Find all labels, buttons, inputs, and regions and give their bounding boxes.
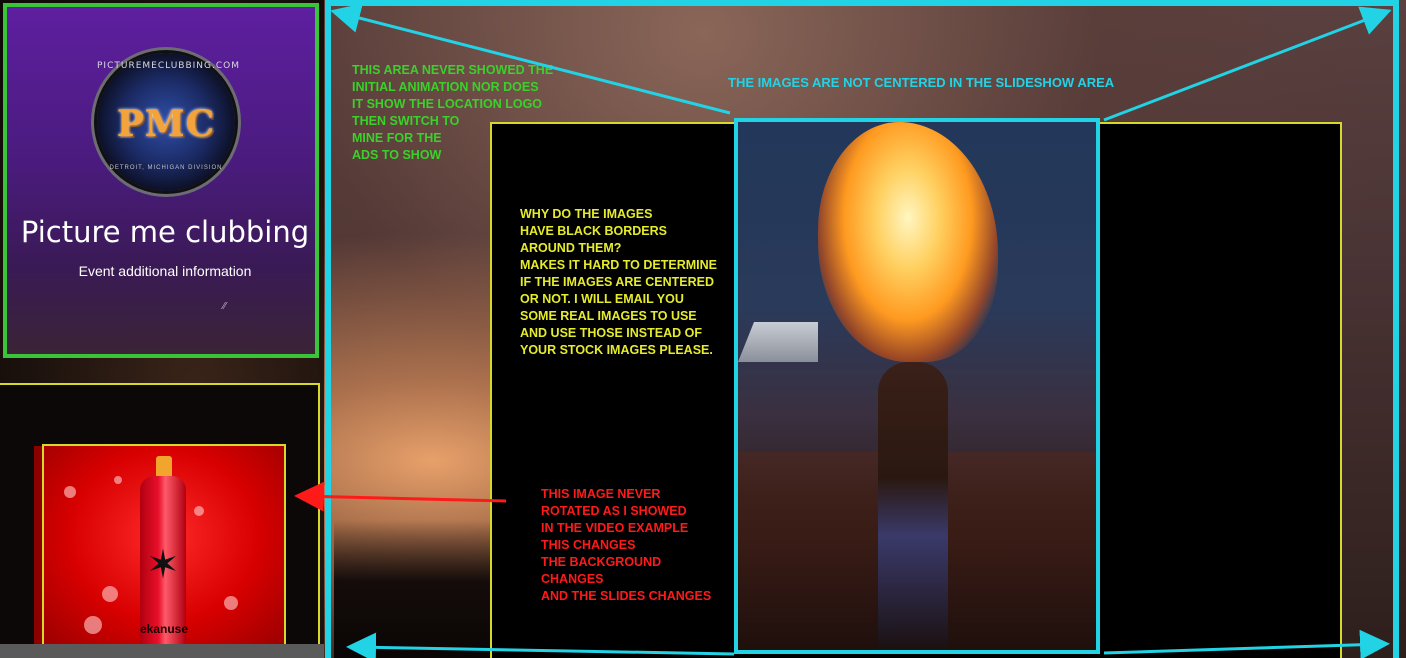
logo-ring-text: PICTUREMECLUBBING.COM bbox=[97, 61, 240, 71]
ad-image: ✶ ekanuse bbox=[42, 444, 286, 648]
bubble-icon bbox=[194, 506, 204, 516]
event-info: Event additional information bbox=[78, 263, 252, 279]
loading-indicator-icon: ⁄⁄ bbox=[223, 301, 227, 312]
pmc-logo: PICTUREMECLUBBING.COM PMC DETROIT, MICHI… bbox=[97, 53, 240, 191]
star-icon: ✶ bbox=[146, 543, 180, 587]
bubble-icon bbox=[224, 596, 238, 610]
logo-bottom-text: DETROIT, MICHIGAN DIVISION bbox=[109, 165, 223, 171]
annotation-red: THIS IMAGE NEVER ROTATED AS I SHOWED IN … bbox=[541, 487, 712, 603]
location-logo-card: PICTUREMECLUBBING.COM PMC DETROIT, MICHI… bbox=[3, 3, 319, 358]
logo-letters: PMC bbox=[116, 103, 216, 145]
left-bottom-strip bbox=[0, 644, 324, 658]
bubble-icon bbox=[102, 586, 118, 602]
annotation-green: THIS AREA NEVER SHOWED THE INITIAL ANIMA… bbox=[352, 63, 554, 162]
ad-brand-text: ekanuse bbox=[139, 622, 189, 636]
bubble-icon bbox=[114, 476, 122, 484]
bubble-icon bbox=[64, 486, 76, 498]
annotation-cyan: THE IMAGES ARE NOT CENTERED IN THE SLIDE… bbox=[728, 75, 1115, 90]
annotation-yellow: WHY DO THE IMAGES HAVE BLACK BORDERS ARO… bbox=[520, 207, 717, 357]
event-title: Picture me clubbing bbox=[20, 215, 310, 249]
